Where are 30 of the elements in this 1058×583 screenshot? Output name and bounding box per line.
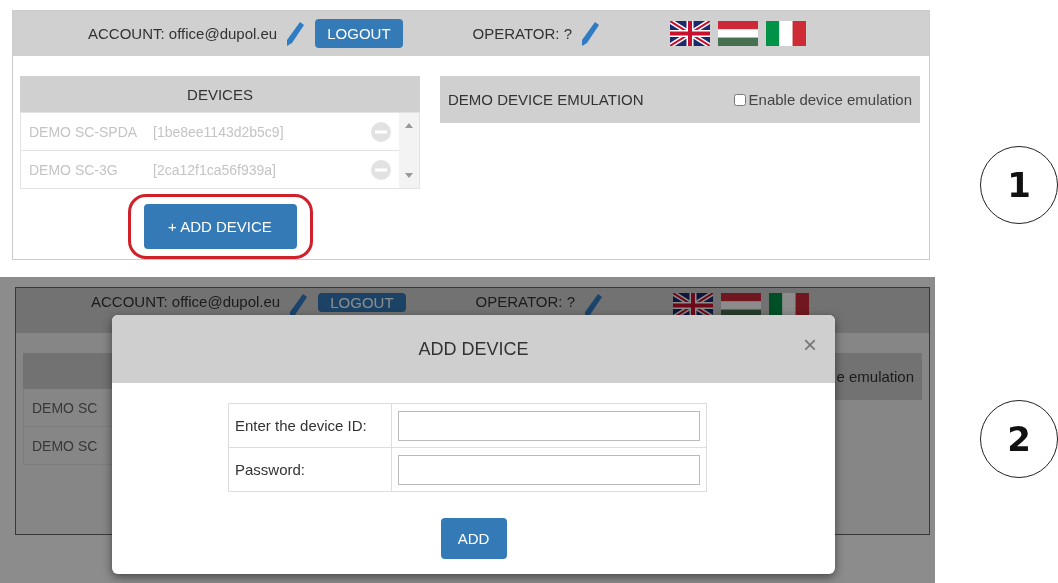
account-label: ACCOUNT: office@dupol.eu [91,293,281,310]
device-id: [2ca12f1ca56f939a] [153,161,277,178]
operator-label: OPERATOR: ? [475,293,576,310]
checkbox-label: Enable device emulation [748,91,912,108]
device-name: DEMO SC-SPDA [29,123,139,140]
emulation-title: DEMO DEVICE EMULATION [448,91,644,108]
logout-button[interactable]: LOGOUT [315,19,403,48]
logout-button[interactable]: LOGOUT [318,293,406,312]
scroll-up-icon[interactable] [405,123,413,128]
scrollbar[interactable] [399,113,419,188]
device-id: [1be8ee1143d2b5c9] [153,123,285,140]
add-device-button[interactable]: + ADD DEVICE [143,204,297,249]
account-label: ACCOUNT: office@dupol.eu [88,25,278,42]
input-field[interactable] [398,454,700,485]
scroll-down-icon[interactable] [405,173,413,178]
emulation-panel: e emulation [832,353,922,400]
flag-icon[interactable] [718,21,759,46]
device-row[interactable]: DEMO SC-SPDA [1be8ee1143d2b5c9] [21,113,399,151]
dialog-title: ADD DEVICE [418,338,529,360]
field-label: Enter the device ID: [228,403,392,448]
devices-header: DEVICES [20,76,420,112]
close-button[interactable]: × [803,331,817,359]
flag-icon[interactable] [670,21,711,46]
operator-label: OPERATOR: ? [472,25,573,42]
field-label: Password: [228,447,392,492]
emulation-checkbox[interactable] [733,93,746,106]
device-name: DEMO SC-3G [29,161,119,178]
input-field[interactable] [398,410,700,441]
device-row[interactable]: DEMO SC-3G [2ca12f1ca56f939a] [21,151,399,188]
add-button[interactable]: ADD [440,518,507,559]
